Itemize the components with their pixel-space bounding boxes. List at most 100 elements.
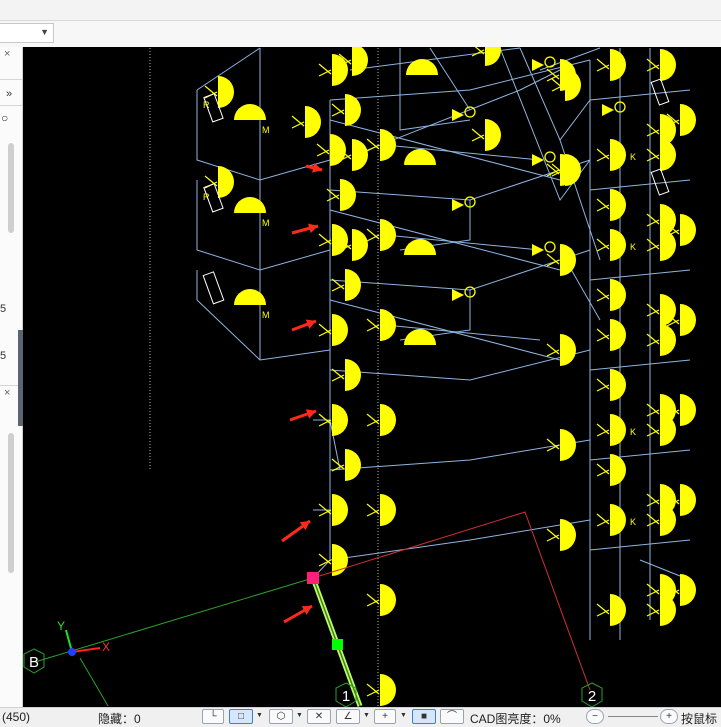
grid-bubble-1: 1 [335, 682, 357, 707]
light-fixture[interactable] [405, 58, 439, 76]
light-fixture[interactable] [233, 103, 267, 121]
light-fixture[interactable] [596, 138, 627, 172]
layer-display-icon[interactable]: ■ [412, 709, 436, 724]
fixtures [204, 47, 697, 707]
panel-expand-icon[interactable]: » [6, 88, 12, 100]
cad-viewport[interactable]: X Y B 1 2 M M M K K K K R R [23, 47, 721, 707]
light-fixture[interactable] [403, 148, 437, 166]
light-fixture[interactable] [366, 218, 397, 252]
room-tag: M [262, 125, 270, 135]
room-tag: K [630, 517, 636, 527]
status-bar: (450) 隐藏：0 └ □ ▼ ⬡ ▼ ✕ ∠ ▼ + ▼ ■ ⌒ CAD图亮… [0, 707, 721, 726]
toolbar [0, 21, 721, 47]
light-fixture[interactable] [596, 593, 627, 627]
panel-divider [0, 105, 22, 106]
grip-mid[interactable] [332, 639, 343, 650]
view-cube-icon[interactable]: ⬡ [269, 709, 293, 724]
room-tag: M [262, 310, 270, 320]
layer-dropdown[interactable]: ▼ [0, 23, 54, 43]
zoom-out-icon[interactable]: − [586, 709, 604, 724]
light-fixture[interactable] [546, 428, 577, 462]
light-fixture[interactable] [366, 128, 397, 162]
arrow-marker [291, 223, 319, 235]
light-fixture[interactable] [366, 673, 397, 707]
light-fixture[interactable] [546, 333, 577, 367]
light-fixture[interactable] [366, 308, 397, 342]
light-fixture[interactable] [326, 178, 357, 212]
hint-text: 按鼠标 [681, 712, 718, 726]
light-fixture[interactable] [646, 48, 677, 82]
equipment-boxes [202, 78, 670, 305]
light-fixture[interactable] [471, 47, 502, 67]
brightness-slider[interactable] [608, 716, 658, 717]
light-fixture[interactable] [403, 238, 437, 256]
light-fixture[interactable] [646, 138, 677, 172]
light-fixture[interactable] [318, 53, 349, 87]
chevron-down-icon[interactable]: ▼ [296, 712, 303, 719]
light-fixture[interactable] [596, 228, 627, 262]
section-lines [34, 511, 591, 707]
light-fixture[interactable] [291, 105, 322, 139]
light-fixture[interactable] [233, 288, 267, 306]
grid-bubble-2-label: 2 [588, 688, 596, 705]
grid-bubble-1-label: 1 [342, 688, 350, 705]
ortho-icon[interactable]: └ [202, 709, 224, 724]
curve-icon[interactable]: ⌒ [440, 709, 464, 724]
light-fixture[interactable] [596, 48, 627, 82]
light-fixture[interactable] [403, 328, 437, 346]
panel-search-icon[interactable]: ○ [1, 111, 8, 125]
light-fixture[interactable] [596, 318, 627, 352]
light-fixture[interactable] [366, 583, 397, 617]
junction-fixture[interactable] [602, 101, 626, 116]
arrow-marker [283, 604, 313, 624]
chevron-down-icon[interactable]: ▼ [363, 712, 370, 719]
light-fixture[interactable] [596, 368, 627, 402]
angle-icon[interactable]: ∠ [336, 709, 360, 724]
panel-row-value: 5 [0, 303, 7, 315]
light-fixture[interactable] [546, 518, 577, 552]
zoom-in-icon[interactable]: + [660, 709, 678, 724]
panel-scrollbar[interactable] [8, 143, 14, 233]
light-fixture[interactable] [316, 133, 347, 167]
light-fixture[interactable] [646, 293, 677, 327]
chevron-down-icon[interactable]: ▼ [40, 27, 49, 37]
ucs-icon: X Y [57, 619, 110, 656]
crossing-icon[interactable]: ✕ [307, 709, 331, 724]
light-fixture[interactable] [471, 118, 502, 152]
light-fixture[interactable] [551, 68, 582, 102]
grid-bubble-b-label: B [29, 654, 39, 671]
light-fixture[interactable] [331, 358, 362, 392]
light-fixture[interactable] [596, 188, 627, 222]
light-fixture[interactable] [596, 413, 627, 447]
room-tag: K [630, 427, 636, 437]
grid-bubble-b: B [23, 648, 45, 674]
junction-fixture[interactable] [532, 241, 556, 256]
axis-x-label: X [102, 640, 110, 654]
light-fixture[interactable] [318, 313, 349, 347]
chevron-down-icon[interactable]: ▼ [400, 712, 407, 719]
light-fixture[interactable] [366, 403, 397, 437]
room-tag: K [630, 152, 636, 162]
light-fixture[interactable] [646, 323, 677, 357]
light-fixture[interactable] [366, 493, 397, 527]
panel-scrollbar[interactable] [8, 433, 14, 573]
snap-icon[interactable]: + [374, 709, 396, 724]
light-fixture[interactable] [318, 223, 349, 257]
panel-close-icon[interactable]: × [4, 48, 10, 60]
light-fixture[interactable] [233, 196, 267, 214]
chevron-down-icon[interactable]: ▼ [256, 712, 263, 719]
grid-bubble-2: 2 [581, 682, 603, 707]
arrow-marker [281, 519, 311, 543]
select-box-icon[interactable]: □ [229, 709, 253, 724]
light-fixture[interactable] [331, 268, 362, 302]
room-tag: K [630, 242, 636, 252]
arrow-marker [289, 409, 317, 422]
light-fixture[interactable] [551, 153, 582, 187]
panel-divider [0, 79, 22, 80]
light-fixture[interactable] [596, 503, 627, 537]
grip-start[interactable] [307, 572, 319, 584]
light-fixture[interactable] [596, 278, 627, 312]
arrow-marker [291, 319, 317, 332]
panel-close-icon[interactable]: × [4, 387, 10, 399]
drawing-canvas[interactable]: X Y B 1 2 M M M K K K K R R [23, 47, 721, 707]
